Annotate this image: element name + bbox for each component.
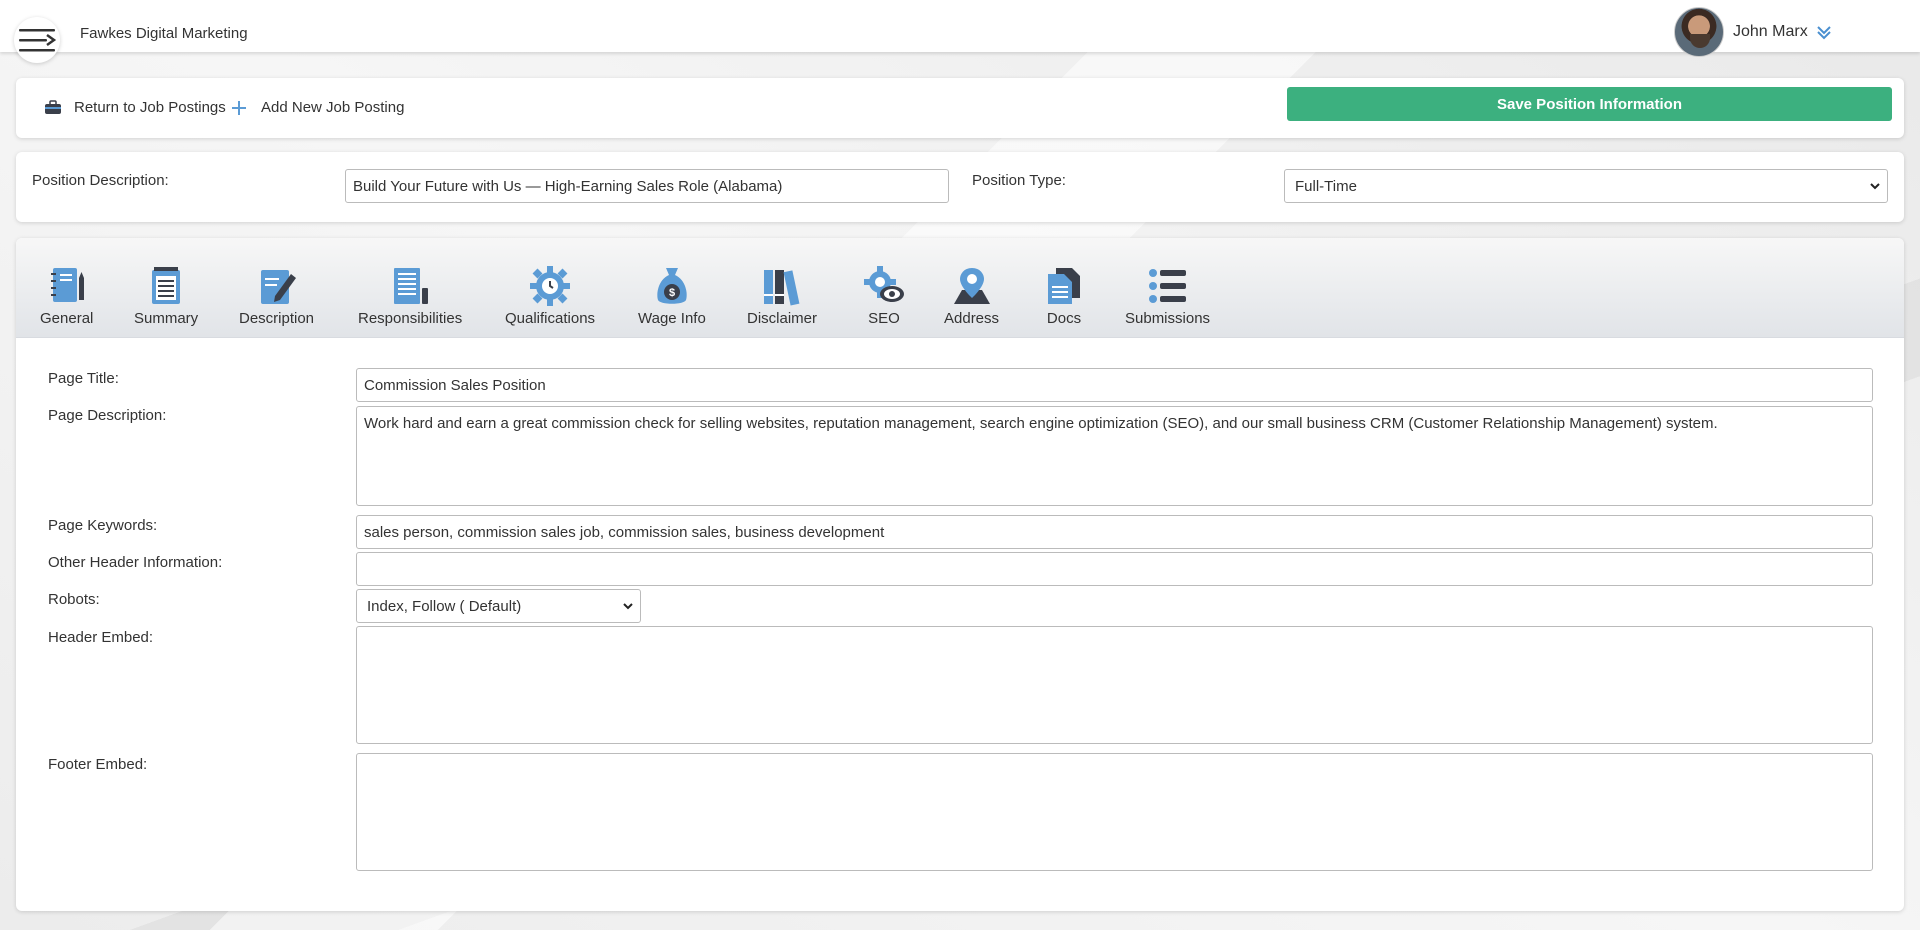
gear-eye-icon xyxy=(864,266,904,302)
return-label[interactable]: Return to Job Postings xyxy=(74,99,226,116)
footer-embed-textarea[interactable] xyxy=(356,753,1873,871)
user-name[interactable]: John Marx xyxy=(1733,23,1808,41)
tab-summary[interactable]: Summary xyxy=(134,264,198,327)
actions-card: Return to Job Postings Add New Job Posti… xyxy=(16,78,1904,138)
tab-wage-info[interactable]: $ Wage Info xyxy=(638,264,706,327)
robots-value: Index, Follow ( Default) xyxy=(367,597,522,615)
tab-bar: General Summary Description Responsibili… xyxy=(16,238,1904,338)
footer-embed-label: Footer Embed: xyxy=(48,756,148,773)
briefcase-icon xyxy=(45,99,61,114)
position-description-input[interactable] xyxy=(345,169,949,203)
tab-submissions[interactable]: Submissions xyxy=(1125,264,1210,327)
return-to-job-postings-link[interactable]: Return to Job Postings xyxy=(44,99,226,116)
robots-select[interactable]: Index, Follow ( Default) xyxy=(356,589,641,623)
double-chevron-down-icon[interactable] xyxy=(1816,24,1832,40)
tab-address[interactable]: Address xyxy=(944,264,999,327)
tab-description[interactable]: Description xyxy=(239,264,314,327)
tab-label[interactable]: Responsibilities xyxy=(358,310,462,327)
position-type-label: Position Type: xyxy=(972,172,1066,189)
page-description-label: Page Description: xyxy=(48,407,167,424)
tab-label[interactable]: Description xyxy=(239,310,314,327)
gear-clock-icon xyxy=(530,266,571,306)
chevron-down-icon xyxy=(1870,183,1880,190)
page-description-textarea[interactable]: Work hard and earn a great commission ch… xyxy=(356,406,1873,506)
tab-label[interactable]: SEO xyxy=(868,310,900,327)
notepad-icon xyxy=(152,267,181,304)
job-posting-editor: General Summary Description Responsibili… xyxy=(16,238,1904,911)
avatar[interactable] xyxy=(1674,7,1724,57)
page-keywords-label: Page Keywords: xyxy=(48,517,158,534)
add-label[interactable]: Add New Job Posting xyxy=(261,99,404,116)
header-embed-label: Header Embed: xyxy=(48,629,154,646)
edit-document-icon xyxy=(260,270,296,304)
tab-responsibilities[interactable]: Responsibilities xyxy=(358,264,462,327)
tab-label[interactable]: Docs xyxy=(1047,310,1081,327)
position-type-select[interactable]: Full-Time xyxy=(1284,169,1888,203)
money-bag-icon: $ xyxy=(657,268,687,304)
tab-label[interactable]: General xyxy=(40,310,93,327)
chevron-down-icon xyxy=(623,603,633,610)
tab-label[interactable]: Disclaimer xyxy=(747,310,817,327)
other-header-input[interactable] xyxy=(356,552,1873,586)
add-new-job-posting-link[interactable]: Add New Job Posting xyxy=(231,99,404,116)
tab-label[interactable]: Wage Info xyxy=(638,310,706,327)
user-menu[interactable]: John Marx xyxy=(1674,7,1832,57)
plus-icon xyxy=(232,100,246,115)
position-description-label: Position Description: xyxy=(32,172,169,189)
notebook-icon xyxy=(50,268,84,302)
page-keywords-input[interactable] xyxy=(356,515,1873,549)
tab-docs[interactable]: Docs xyxy=(1042,264,1086,327)
save-position-button[interactable]: Save Position Information xyxy=(1287,87,1892,121)
list-icon xyxy=(1148,269,1186,303)
tab-label[interactable]: Qualifications xyxy=(505,310,595,327)
menu-button[interactable] xyxy=(14,17,60,63)
newspaper-icon xyxy=(394,268,429,304)
tab-general[interactable]: General xyxy=(40,264,93,327)
map-pin-icon xyxy=(953,268,990,304)
page-title-label: Page Title: xyxy=(48,370,119,387)
tab-qualifications[interactable]: Qualifications xyxy=(505,264,595,327)
hamburger-icon xyxy=(19,29,57,52)
header-embed-textarea[interactable] xyxy=(356,626,1873,744)
books-icon xyxy=(764,270,800,306)
position-card: Position Description: Position Type: Ful… xyxy=(16,152,1904,222)
robots-label: Robots: xyxy=(48,591,100,608)
top-bar: Fawkes Digital Marketing John Marx xyxy=(0,0,1920,63)
tab-label[interactable]: Submissions xyxy=(1125,310,1210,327)
company-name: Fawkes Digital Marketing xyxy=(80,25,248,42)
position-type-value: Full-Time xyxy=(1295,177,1357,195)
tab-label[interactable]: Address xyxy=(944,310,999,327)
tab-disclaimer[interactable]: Disclaimer xyxy=(747,264,817,327)
page-title-input[interactable] xyxy=(356,368,1873,402)
documents-icon xyxy=(1048,268,1080,304)
tab-label[interactable]: Summary xyxy=(134,310,198,327)
other-header-label: Other Header Information: xyxy=(48,554,223,571)
svg-text:$: $ xyxy=(669,287,675,299)
tab-seo[interactable]: SEO xyxy=(862,264,906,327)
